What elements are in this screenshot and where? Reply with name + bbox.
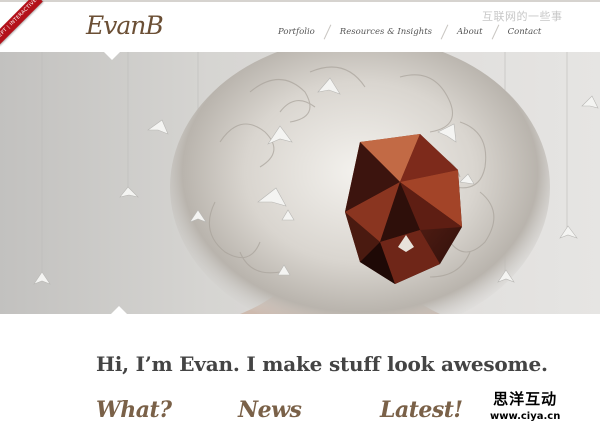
watermark-chinese: 思洋互动 [493,390,558,408]
main-nav: Portfolio Resources & Insights About Con… [278,24,541,40]
nav-divider [440,24,449,40]
hero-notch-top [103,52,121,60]
watermark-url: www.ciya.cn [490,411,561,422]
site-logo[interactable]: EvanB [86,11,164,40]
nav-resources-insights[interactable]: Resources & Insights [340,27,432,37]
nav-contact[interactable]: Contact [508,27,542,37]
nav-about[interactable]: About [457,27,483,37]
section-title-news: News [238,397,302,423]
watermark-bottom: 思洋互动 www.ciya.cn [490,388,560,422]
hero-banner [0,52,600,314]
nav-portfolio[interactable]: Portfolio [278,27,315,37]
hero-notch-bottom [110,306,128,314]
watermark-top: 互联网的一些事 [482,10,563,23]
tagline: Hi, I’m Evan. I make stuff look awesome. [96,352,548,376]
section-title-what: What? [96,397,172,423]
section-title-latest: Latest! [380,397,463,423]
hero-artwork [33,52,599,314]
nav-divider [323,24,332,40]
corner-ribbon[interactable]: SEPT | INTERACTIVE [0,0,43,46]
nav-divider [491,24,499,40]
site-header: SEPT | INTERACTIVE EvanB Portfolio Resou… [0,0,600,52]
